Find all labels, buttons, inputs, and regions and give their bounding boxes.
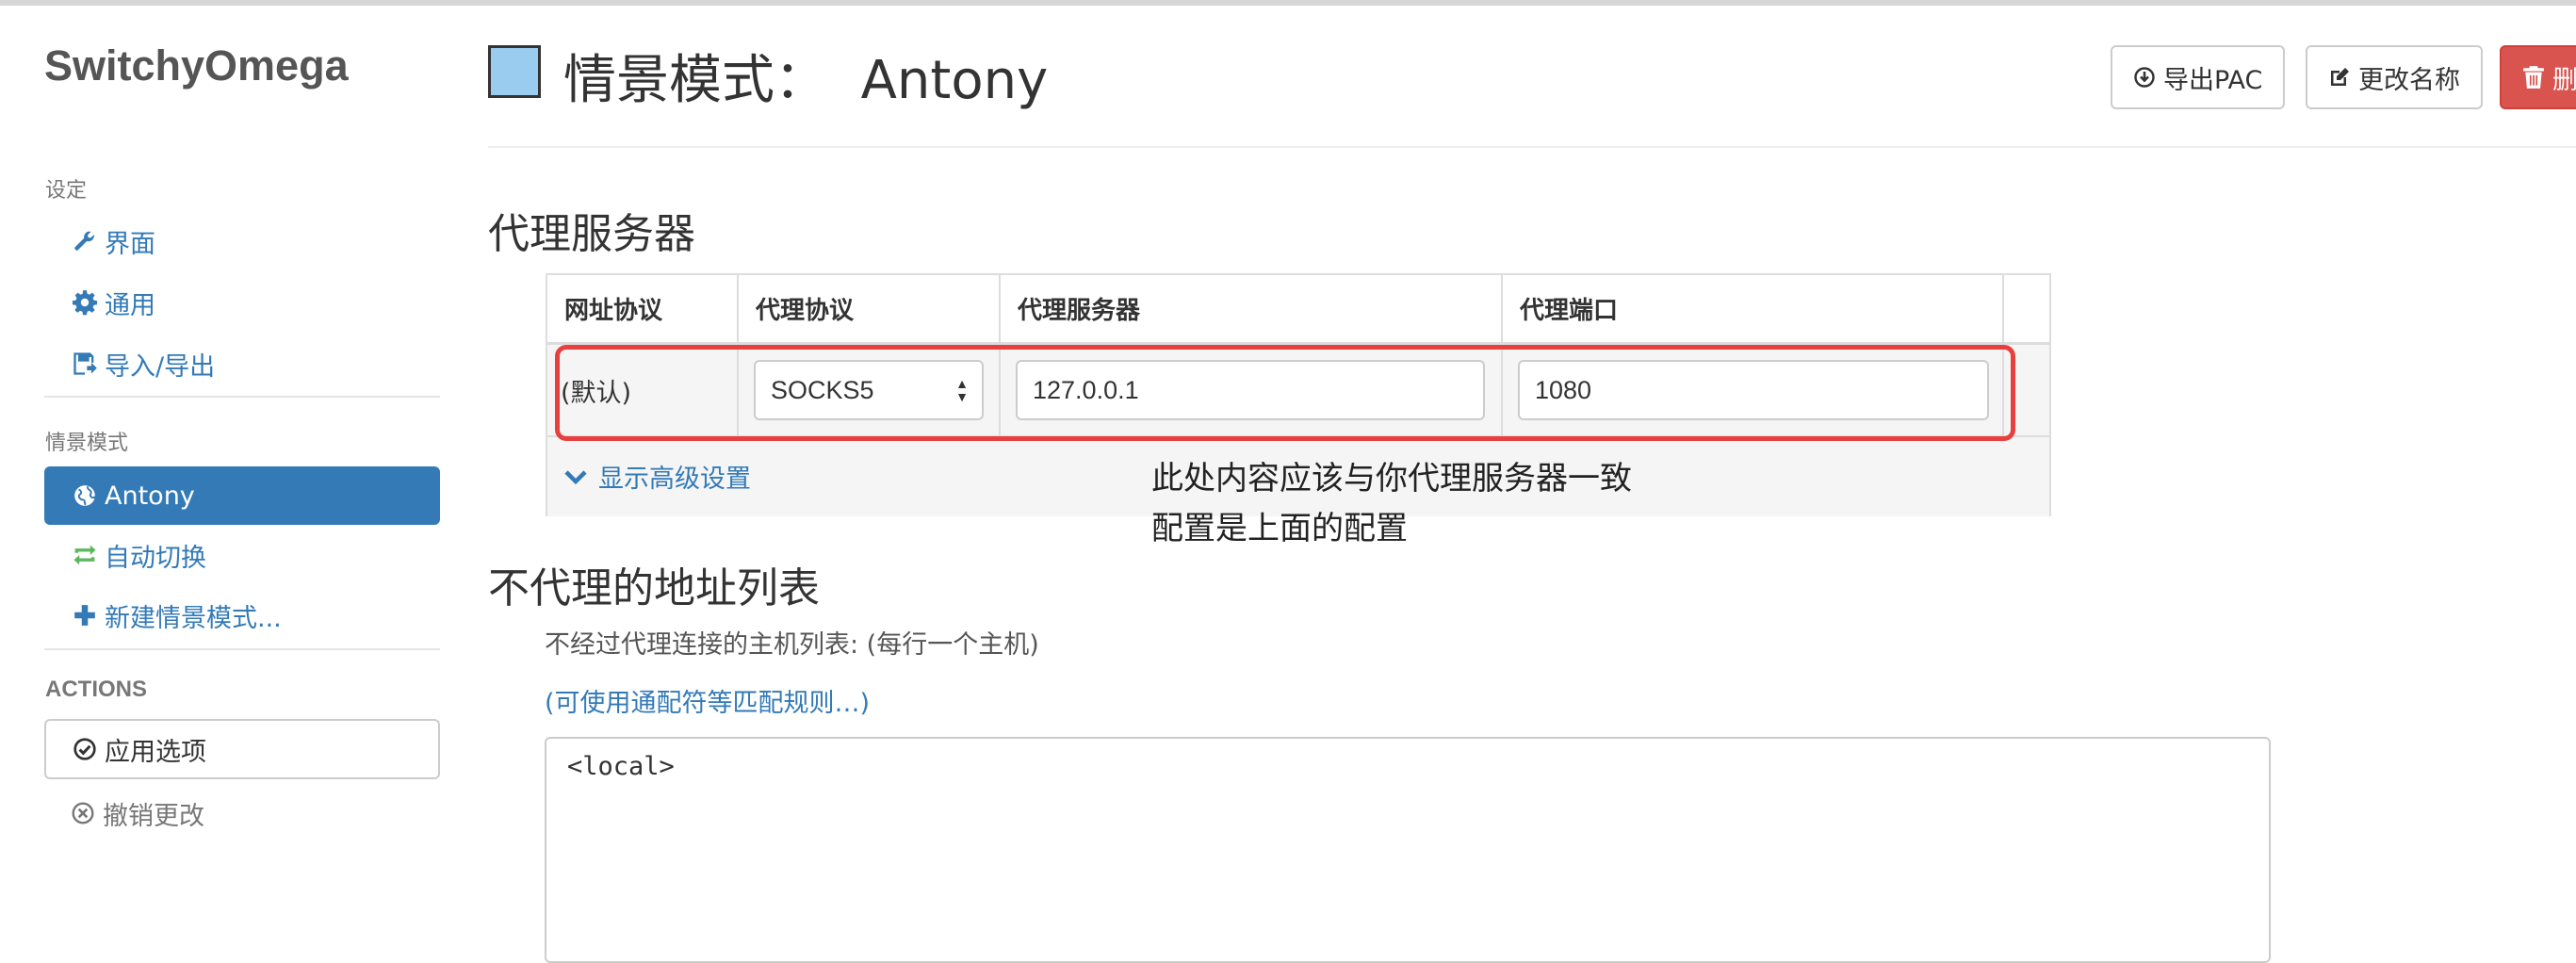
annotation-highlight-box [555,345,2015,441]
show-advanced-label: 显示高级设置 [598,465,751,494]
bypass-list-textarea[interactable]: <local> [545,737,2271,963]
annotation-text-line-1: 此处内容应该与你代理服务器一致 [1151,460,1632,498]
apply-options-label: 应用选项 [105,737,206,767]
sidebar-divider [44,396,440,398]
sidebar-item-label: 界面 [105,229,155,259]
switch-icon [71,541,99,569]
sidebar-divider [44,648,440,650]
revert-changes-label: 撤销更改 [103,801,204,831]
export-pac-label: 导出PAC [2163,65,2263,95]
sidebar-item-import-export[interactable]: 导入/导出 [44,335,440,393]
column-header-scheme: 网址协议 [547,275,739,342]
export-pac-button[interactable]: 导出PAC [2111,45,2286,109]
gear-icon [71,288,99,317]
top-border [0,0,2576,6]
sidebar-item-label: 新建情景模式... [105,603,282,633]
delete-button[interactable]: 删 [2500,45,2576,109]
sidebar-item-interface[interactable]: 界面 [44,212,440,270]
profile-color-swatch[interactable] [488,45,541,98]
wildcard-rules-link[interactable]: (可使用通配符等匹配规则…) [545,682,870,719]
sidebar-item-label: 自动切换 [105,543,206,573]
header-divider [488,146,2576,148]
check-circle-icon [73,737,97,761]
annotation-text-line-2: 配置是上面的配置 [1151,510,1408,547]
bypass-hint: 不经过代理连接的主机列表: (每行一个主机) [545,630,1039,660]
column-header-protocol: 代理协议 [739,275,1001,342]
rename-label: 更改名称 [2358,65,2460,95]
actions-heading: ACTIONS [45,677,147,702]
app-brand: SwitchyOmega [44,41,349,90]
page-title: 情景模式： Antony [563,50,1049,111]
column-header-server: 代理服务器 [1001,275,1503,342]
sidebar-item-new-profile[interactable]: 新建情景模式... [44,586,440,645]
delete-label: 删 [2552,65,2576,95]
sidebar-item-general[interactable]: 通用 [44,273,440,332]
sidebar-item-label: Antony [105,481,195,511]
download-circle-icon [2133,66,2156,89]
proxy-table-header: 网址协议 代理协议 代理服务器 代理端口 [547,275,2049,345]
profiles-heading: 情景模式 [45,432,129,455]
sidebar-item-label: 通用 [105,290,155,320]
chevron-down-icon [564,468,587,485]
column-header-port: 代理端口 [1503,275,2004,342]
sidebar-item-label: 导入/导出 [105,351,216,382]
edit-icon [2328,66,2351,89]
sidebar-item-auto-switch[interactable]: 自动切换 [44,526,440,584]
sidebar-item-antony[interactable]: Antony [44,466,440,525]
settings-heading: 设定 [45,179,88,203]
revert-changes-button[interactable]: 撤销更改 [44,785,440,841]
show-advanced-link[interactable]: 显示高级设置 [564,458,751,495]
rename-button[interactable]: 更改名称 [2306,45,2483,109]
bypass-section-heading: 不代理的地址列表 [488,564,820,612]
proxy-section-heading: 代理服务器 [488,210,695,258]
apply-options-button[interactable]: 应用选项 [44,719,440,779]
close-circle-icon [71,801,95,825]
trash-icon [2522,65,2545,90]
globe-icon [71,482,99,510]
plus-icon [71,601,99,629]
import-export-icon [71,350,99,378]
wrench-icon [71,227,99,255]
